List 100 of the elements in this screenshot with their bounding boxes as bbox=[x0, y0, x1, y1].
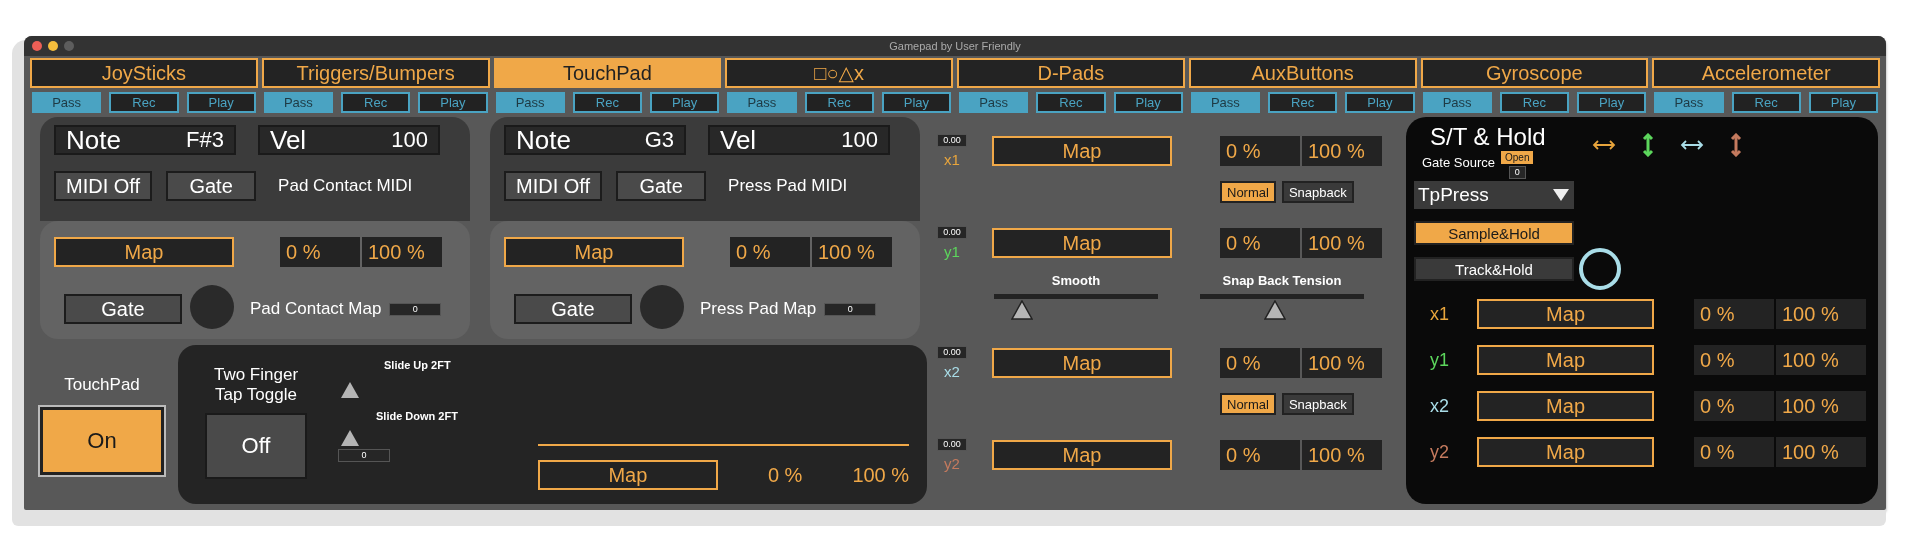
min-field[interactable]: 0 % bbox=[1220, 348, 1300, 378]
minimize-icon[interactable] bbox=[48, 41, 58, 51]
mode-button[interactable]: Pass bbox=[1422, 92, 1492, 113]
max-field[interactable]: 100 % bbox=[1776, 437, 1866, 467]
midi-off-button[interactable]: MIDI Off bbox=[54, 171, 153, 201]
mode-button[interactable]: Pass bbox=[1654, 92, 1724, 113]
min-field[interactable]: 0 % bbox=[730, 237, 810, 267]
map-button[interactable]: Map bbox=[1477, 391, 1654, 421]
two-finger-toggle[interactable]: Off bbox=[205, 413, 307, 479]
map-button[interactable]: Map bbox=[504, 237, 684, 267]
triangle-icon[interactable] bbox=[340, 429, 360, 447]
mode-button[interactable]: Rec bbox=[109, 92, 179, 113]
map-button[interactable]: Map bbox=[537, 460, 718, 490]
tab[interactable]: Triggers/Bumpers bbox=[261, 58, 490, 88]
map-button[interactable]: Map bbox=[992, 228, 1172, 258]
value-display: 0 bbox=[824, 302, 877, 316]
min-field[interactable]: 0 % bbox=[1220, 228, 1300, 258]
mode-button[interactable]: Play bbox=[186, 92, 256, 113]
min-field[interactable]: 0 % bbox=[1220, 136, 1300, 166]
mode-button[interactable]: Play bbox=[1577, 92, 1647, 113]
mode-button[interactable]: Play bbox=[650, 92, 720, 113]
max-field[interactable]: 100 % bbox=[1776, 345, 1866, 375]
slider-track[interactable] bbox=[1200, 294, 1364, 320]
hold-mode-button[interactable]: Track&Hold bbox=[1414, 257, 1574, 281]
close-icon[interactable] bbox=[32, 41, 42, 51]
source-dropdown[interactable]: TpPress bbox=[1414, 181, 1574, 209]
panel-title: Pad Contact MIDI bbox=[278, 176, 413, 196]
min-field[interactable]: 0 % bbox=[1220, 440, 1300, 470]
map-button[interactable]: Map bbox=[992, 136, 1172, 166]
mode-button[interactable]: Pass bbox=[495, 92, 565, 113]
mode-button[interactable]: Pass bbox=[32, 92, 102, 113]
panel-title: Press Pad Map bbox=[700, 299, 817, 319]
mode-button[interactable]: Rec bbox=[1036, 92, 1106, 113]
tab[interactable]: □○△x bbox=[725, 58, 953, 88]
mode-button[interactable]: Pass bbox=[1190, 92, 1260, 113]
tab[interactable]: Accelerometer bbox=[1652, 58, 1880, 88]
max-field[interactable]: 100 % bbox=[1302, 136, 1382, 166]
gate-button[interactable]: Gate bbox=[166, 171, 257, 201]
tab[interactable]: Gyroscope bbox=[1420, 58, 1649, 88]
two-finger-label: Two Finger Tap Toggle bbox=[212, 365, 300, 405]
tab[interactable]: JoySticks bbox=[30, 58, 258, 88]
gate-button[interactable]: Gate bbox=[616, 171, 707, 201]
note-field[interactable]: Note F#3 bbox=[54, 125, 236, 155]
map-button[interactable]: Map bbox=[1477, 299, 1654, 329]
mode-button[interactable]: Pass bbox=[959, 92, 1029, 113]
mode-button[interactable]: Rec bbox=[804, 92, 874, 113]
mode-button[interactable]: Play bbox=[1808, 92, 1878, 113]
mode-button[interactable]: Play bbox=[418, 92, 488, 113]
mode-button[interactable]: Rec bbox=[341, 92, 411, 113]
triangle-icon[interactable] bbox=[340, 381, 360, 399]
mode-button[interactable]: Play bbox=[1345, 92, 1415, 113]
map-button[interactable]: Map bbox=[992, 440, 1172, 470]
value-display: 0 bbox=[338, 448, 390, 462]
mode-button[interactable]: Play bbox=[1113, 92, 1183, 113]
note-field[interactable]: Note G3 bbox=[504, 125, 686, 155]
map-button[interactable]: Map bbox=[992, 348, 1172, 378]
max-field[interactable]: 100 % bbox=[1302, 348, 1382, 378]
mode-button[interactable]: Pass bbox=[263, 92, 333, 113]
indicator-icon bbox=[640, 285, 684, 329]
gate-button[interactable]: Gate bbox=[514, 294, 632, 324]
max-field[interactable]: 100 % bbox=[1302, 440, 1382, 470]
max-field[interactable]: 100 % bbox=[812, 237, 892, 267]
max-field[interactable]: 100 % bbox=[1776, 299, 1866, 329]
mode-toggle[interactable]: Normal bbox=[1220, 393, 1276, 415]
touchpad-toggle[interactable]: On bbox=[40, 407, 164, 475]
velocity-field[interactable]: Vel 100 bbox=[258, 125, 440, 155]
tab[interactable]: AuxButtons bbox=[1188, 58, 1417, 88]
min-field[interactable]: 0 % bbox=[1694, 345, 1774, 375]
slider-thumb[interactable] bbox=[1010, 300, 1033, 320]
mode-toggle[interactable]: Snapback bbox=[1281, 181, 1354, 203]
min-field[interactable]: 0 % bbox=[1694, 299, 1774, 329]
gate-button[interactable]: Gate bbox=[64, 294, 182, 324]
mode-button[interactable]: Rec bbox=[1268, 92, 1338, 113]
mode-button[interactable]: Rec bbox=[1499, 92, 1569, 113]
mode-toggle[interactable]: Normal bbox=[1220, 181, 1276, 203]
slider-thumb[interactable] bbox=[1264, 300, 1287, 320]
velocity-field[interactable]: Vel 100 bbox=[708, 125, 890, 155]
value-display: 0.00 bbox=[937, 438, 967, 451]
value-display: 0.00 bbox=[937, 346, 967, 359]
map-button[interactable]: Map bbox=[1477, 345, 1654, 375]
mode-button[interactable]: Rec bbox=[572, 92, 642, 113]
tab[interactable]: D-Pads bbox=[957, 58, 1185, 88]
min-field[interactable]: 0 % bbox=[1694, 391, 1774, 421]
mode-button[interactable]: Pass bbox=[727, 92, 797, 113]
map-button[interactable]: Map bbox=[1477, 437, 1654, 467]
slide-down-label: Slide Down 2FT bbox=[376, 410, 458, 422]
map-button[interactable]: Map bbox=[54, 237, 234, 267]
min-field[interactable]: 0 % bbox=[1694, 437, 1774, 467]
max-field[interactable]: 100 % bbox=[362, 237, 442, 267]
mode-button[interactable]: Play bbox=[881, 92, 951, 113]
slider-track[interactable] bbox=[994, 294, 1158, 320]
mode-toggle[interactable]: Snapback bbox=[1281, 393, 1354, 415]
tab[interactable]: TouchPad bbox=[493, 58, 722, 88]
max-field[interactable]: 100 % bbox=[1302, 228, 1382, 258]
panel-title: S/T & Hold bbox=[1429, 123, 1547, 151]
mode-button[interactable]: Rec bbox=[1731, 92, 1801, 113]
min-field[interactable]: 0 % bbox=[280, 237, 360, 267]
max-field[interactable]: 100 % bbox=[1776, 391, 1866, 421]
hold-mode-button[interactable]: Sample&Hold bbox=[1414, 221, 1574, 245]
midi-off-button[interactable]: MIDI Off bbox=[504, 171, 603, 201]
